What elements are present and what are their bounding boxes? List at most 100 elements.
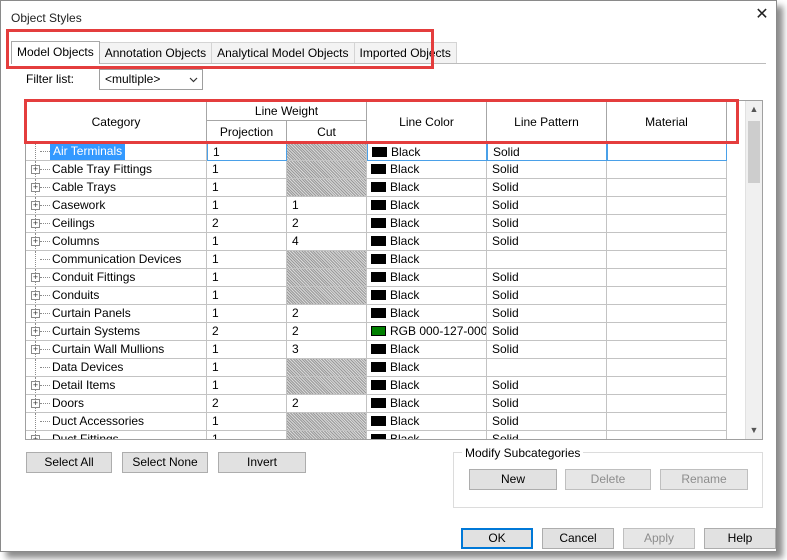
line-color-cell[interactable]: Black — [367, 197, 487, 215]
tab-model-objects[interactable]: Model Objects — [11, 41, 100, 64]
material-cell[interactable] — [607, 431, 727, 439]
category-cell[interactable]: + Duct Fittings — [26, 431, 207, 439]
line-color-cell[interactable]: Black — [367, 395, 487, 413]
category-cell[interactable]: Air Terminals — [26, 143, 207, 161]
projection-cell[interactable]: 1 — [207, 413, 287, 431]
table-row[interactable]: + Ceilings 2 2 Black Solid — [26, 215, 728, 233]
line-color-cell[interactable]: Black — [367, 359, 487, 377]
scroll-thumb[interactable] — [748, 121, 760, 183]
projection-cell[interactable]: 1 — [207, 143, 287, 161]
material-cell[interactable] — [607, 233, 727, 251]
table-row[interactable]: + Doors 2 2 Black Solid — [26, 395, 728, 413]
line-color-cell[interactable]: Black — [367, 233, 487, 251]
header-category[interactable]: Category — [26, 101, 207, 143]
line-pattern-cell[interactable]: Solid — [487, 161, 607, 179]
line-pattern-cell[interactable]: Solid — [487, 305, 607, 323]
category-cell[interactable]: + Detail Items — [26, 377, 207, 395]
category-cell[interactable]: + Curtain Panels — [26, 305, 207, 323]
line-pattern-cell[interactable]: Solid — [487, 179, 607, 197]
material-cell[interactable] — [607, 359, 727, 377]
material-cell[interactable] — [607, 143, 727, 161]
cut-cell[interactable]: 2 — [287, 395, 367, 413]
material-cell[interactable] — [607, 215, 727, 233]
projection-cell[interactable]: 1 — [207, 179, 287, 197]
line-pattern-cell[interactable]: Solid — [487, 323, 607, 341]
projection-cell[interactable]: 1 — [207, 359, 287, 377]
projection-cell[interactable]: 1 — [207, 305, 287, 323]
table-row[interactable]: Duct Accessories 1 Black Solid — [26, 413, 728, 431]
line-color-cell[interactable]: RGB 000-127-000 — [367, 323, 487, 341]
header-cut[interactable]: Cut — [287, 121, 367, 143]
expand-plus-icon[interactable]: + — [31, 345, 40, 354]
tab-analytical-model-objects[interactable]: Analytical Model Objects — [211, 42, 355, 63]
line-color-cell[interactable]: Black — [367, 431, 487, 439]
header-material[interactable]: Material — [607, 101, 727, 143]
expand-plus-icon[interactable]: + — [31, 309, 40, 318]
line-pattern-cell[interactable]: Solid — [487, 143, 607, 161]
cut-cell[interactable]: 3 — [287, 341, 367, 359]
line-pattern-cell[interactable]: Solid — [487, 287, 607, 305]
table-row[interactable]: + Cable Tray Fittings 1 Black Solid — [26, 161, 728, 179]
expand-plus-icon[interactable]: + — [31, 291, 40, 300]
projection-cell[interactable]: 1 — [207, 251, 287, 269]
line-color-cell[interactable]: Black — [367, 287, 487, 305]
line-pattern-cell[interactable]: Solid — [487, 341, 607, 359]
cut-cell[interactable]: 2 — [287, 323, 367, 341]
table-row[interactable]: + Columns 1 4 Black Solid — [26, 233, 728, 251]
category-cell[interactable]: + Doors — [26, 395, 207, 413]
material-cell[interactable] — [607, 413, 727, 431]
line-color-cell[interactable]: Black — [367, 143, 487, 161]
line-pattern-cell[interactable]: Solid — [487, 215, 607, 233]
category-cell[interactable]: Duct Accessories — [26, 413, 207, 431]
category-cell[interactable]: + Conduit Fittings — [26, 269, 207, 287]
projection-cell[interactable]: 1 — [207, 233, 287, 251]
select-all-button[interactable]: Select All — [26, 452, 112, 473]
material-cell[interactable] — [607, 323, 727, 341]
material-cell[interactable] — [607, 251, 727, 269]
line-color-cell[interactable]: Black — [367, 341, 487, 359]
table-row[interactable]: + Detail Items 1 Black Solid — [26, 377, 728, 395]
filter-list-dropdown[interactable]: <multiple> — [99, 69, 203, 90]
expand-plus-icon[interactable]: + — [31, 399, 40, 408]
line-pattern-cell[interactable] — [487, 251, 607, 269]
expand-plus-icon[interactable]: + — [31, 327, 40, 336]
category-cell[interactable]: Communication Devices — [26, 251, 207, 269]
vertical-scrollbar[interactable]: ▲ ▼ — [745, 101, 762, 439]
expand-plus-icon[interactable]: + — [31, 273, 40, 282]
table-row[interactable]: + Casework 1 1 Black Solid — [26, 197, 728, 215]
new-button[interactable]: New — [469, 469, 557, 490]
projection-cell[interactable]: 1 — [207, 197, 287, 215]
projection-cell[interactable]: 2 — [207, 215, 287, 233]
projection-cell[interactable]: 1 — [207, 269, 287, 287]
line-pattern-cell[interactable] — [487, 359, 607, 377]
rename-button[interactable]: Rename — [660, 469, 748, 490]
scroll-down-icon[interactable]: ▼ — [746, 422, 762, 439]
line-pattern-cell[interactable]: Solid — [487, 413, 607, 431]
header-projection[interactable]: Projection — [207, 121, 287, 143]
line-pattern-cell[interactable]: Solid — [487, 233, 607, 251]
material-cell[interactable] — [607, 161, 727, 179]
projection-cell[interactable]: 1 — [207, 287, 287, 305]
line-color-cell[interactable]: Black — [367, 215, 487, 233]
category-cell[interactable]: + Cable Tray Fittings — [26, 161, 207, 179]
select-none-button[interactable]: Select None — [122, 452, 208, 473]
line-pattern-cell[interactable]: Solid — [487, 431, 607, 439]
cut-cell[interactable]: 1 — [287, 197, 367, 215]
header-line-pattern[interactable]: Line Pattern — [487, 101, 607, 143]
projection-cell[interactable]: 1 — [207, 431, 287, 439]
material-cell[interactable] — [607, 395, 727, 413]
cancel-button[interactable]: Cancel — [542, 528, 614, 549]
category-cell[interactable]: + Curtain Systems — [26, 323, 207, 341]
category-cell[interactable]: + Conduits — [26, 287, 207, 305]
cut-cell[interactable]: 2 — [287, 305, 367, 323]
line-color-cell[interactable]: Black — [367, 251, 487, 269]
line-pattern-cell[interactable]: Solid — [487, 395, 607, 413]
category-cell[interactable]: Data Devices — [26, 359, 207, 377]
table-row[interactable]: Communication Devices 1 Black — [26, 251, 728, 269]
help-button[interactable]: Help — [704, 528, 776, 549]
expand-plus-icon[interactable]: + — [31, 381, 40, 390]
line-pattern-cell[interactable]: Solid — [487, 377, 607, 395]
line-pattern-cell[interactable]: Solid — [487, 269, 607, 287]
expand-plus-icon[interactable]: + — [31, 183, 40, 192]
tab-annotation-objects[interactable]: Annotation Objects — [98, 42, 213, 63]
